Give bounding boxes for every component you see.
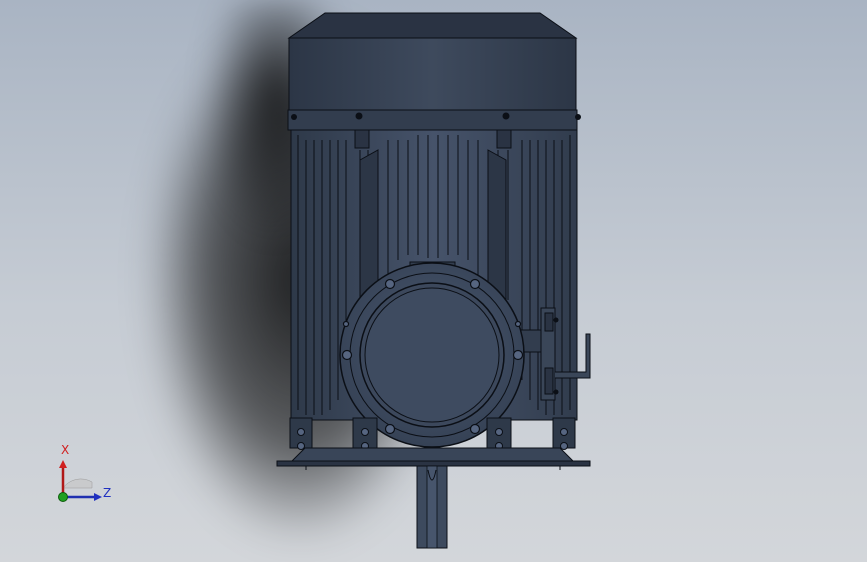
triad-z-label: Z <box>103 486 112 500</box>
fan-cover[interactable] <box>287 12 581 131</box>
motor-shaft[interactable] <box>416 465 448 549</box>
triad-x-label: X <box>61 443 70 457</box>
graphics-viewport[interactable]: X Z <box>0 0 867 562</box>
motor-model[interactable] <box>0 0 867 562</box>
